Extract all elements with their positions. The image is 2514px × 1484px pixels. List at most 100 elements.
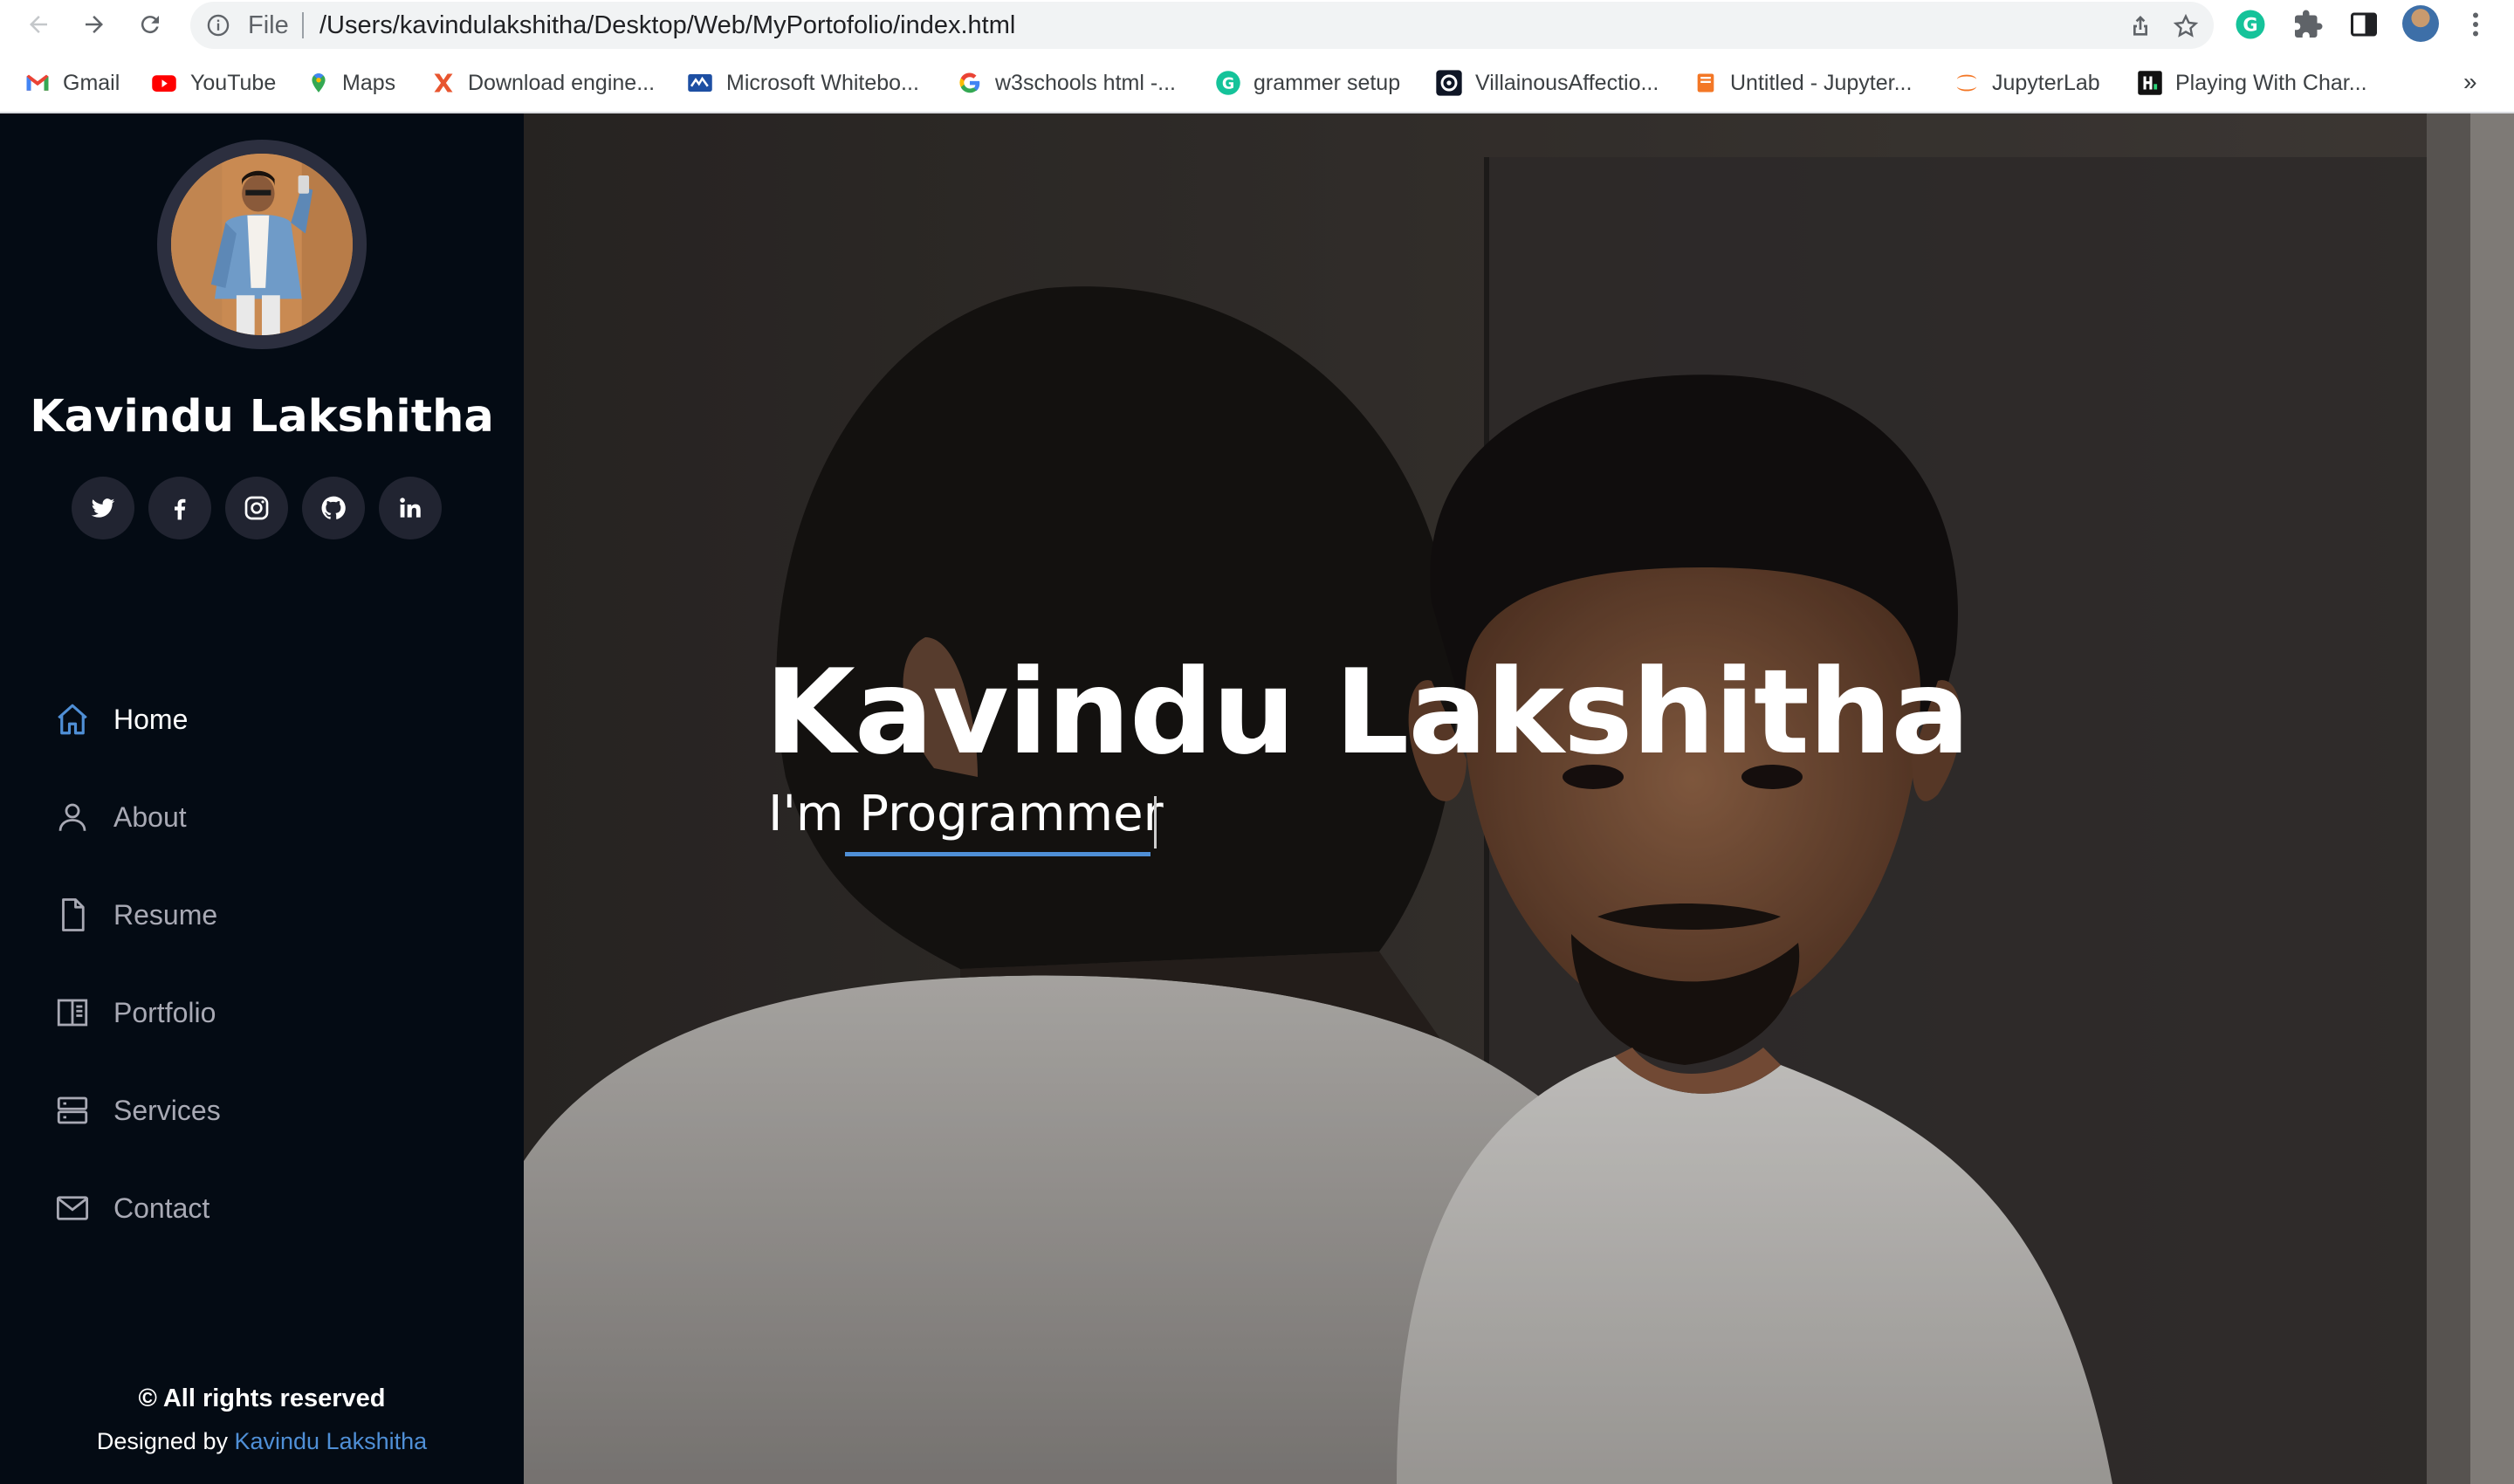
back-button[interactable] — [21, 7, 56, 42]
portfolio-page: Kavindu Lakshitha Home About Resume Port… — [0, 113, 2514, 1484]
envelope-icon — [56, 1196, 89, 1220]
instagram-icon — [244, 496, 269, 520]
file-icon — [62, 898, 85, 931]
bookmark-download-engine[interactable]: Download engine... — [431, 63, 655, 103]
sidebar: Kavindu Lakshitha Home About Resume Port… — [0, 113, 524, 1484]
notebook-icon — [1697, 73, 1714, 93]
typed-text: Programmer — [859, 786, 1164, 842]
svg-text:G: G — [2243, 15, 2257, 36]
bookmark-untitled-jupyter[interactable]: Untitled - Jupyter... — [1693, 63, 1912, 103]
bookmark-microsoft-whiteboard[interactable]: Microsoft Whitebo... — [686, 63, 919, 103]
bookmarks-overflow-button[interactable]: » — [2463, 68, 2477, 96]
server-icon — [57, 1096, 88, 1124]
bookmark-maps[interactable]: Maps — [307, 63, 395, 103]
hero-subtitle-prefix: I'm — [768, 786, 844, 842]
x-icon — [434, 73, 453, 93]
more-vert-icon[interactable] — [2467, 9, 2484, 40]
side-panel-icon[interactable] — [2348, 9, 2380, 40]
youtube-icon — [152, 75, 176, 92]
gmail-icon — [26, 74, 49, 91]
linkedin-link[interactable] — [379, 477, 442, 539]
typed-cursor — [1154, 796, 1157, 848]
bookmark-gmail[interactable]: Gmail — [24, 63, 120, 103]
footer-credits-prefix: Designed by — [96, 1428, 228, 1454]
maps-icon — [312, 73, 326, 93]
star-icon[interactable] — [2172, 12, 2200, 40]
sidebar-name: Kavindu Lakshitha — [30, 391, 494, 443]
arrow-right-icon — [86, 16, 103, 33]
bookmark-label: grammer setup — [1254, 70, 1401, 95]
bookmark-villainous[interactable]: VillainousAffectio... — [1435, 63, 1659, 103]
bookmark-grammer-setup[interactable]: G grammer setup — [1215, 63, 1400, 103]
nav-label-resume: Resume — [113, 898, 218, 931]
url-separator — [302, 12, 304, 38]
nav-item-resume[interactable]: Resume — [54, 889, 217, 941]
bookmark-label: Microsoft Whitebo... — [726, 70, 919, 95]
nav-item-about[interactable]: About — [54, 791, 187, 843]
github-icon — [321, 496, 346, 519]
info-icon[interactable] — [206, 13, 230, 38]
url-scheme: File — [248, 11, 289, 39]
facebook-icon — [175, 498, 186, 520]
nav-item-contact[interactable]: Contact — [54, 1182, 210, 1234]
designer-link[interactable]: Kavindu Lakshitha — [234, 1428, 427, 1454]
jupyter-icon — [1956, 74, 1977, 92]
browser-chrome: File /Users/kavindulakshitha/Desktop/Web… — [0, 0, 2514, 113]
nav-label-portfolio: Portfolio — [113, 996, 216, 1028]
google-icon — [959, 72, 980, 93]
bookmark-label: w3schools html -... — [995, 70, 1177, 95]
url-text[interactable]: /Users/kavindulakshitha/Desktop/Web/MyPo… — [319, 11, 1015, 40]
bookmark-label: Gmail — [63, 70, 120, 95]
twitter-icon — [91, 498, 115, 518]
bookmark-label: YouTube — [190, 70, 277, 95]
home-icon — [58, 704, 87, 735]
user-icon — [58, 803, 86, 831]
reload-icon — [141, 16, 159, 34]
bookmark-w3schools[interactable]: w3schools html -... — [957, 63, 1176, 103]
avatar — [171, 154, 353, 335]
bookmark-youtube[interactable]: YouTube — [150, 63, 276, 103]
hero-section: Kavindu Lakshitha I'm Programmer — [524, 113, 2514, 1484]
bookmark-playing-with-char[interactable]: Playing With Char... — [2137, 63, 2367, 103]
bookmark-label: Playing With Char... — [2175, 70, 2367, 95]
arrow-left-icon — [30, 16, 47, 33]
puzzle-icon[interactable] — [2292, 9, 2324, 40]
footer-copyright: © All rights reserved — [138, 1384, 386, 1412]
bookmarks-bar: Gmail YouTube Maps Download engine... Mi… — [0, 63, 2514, 103]
nav-label-about: About — [113, 800, 187, 833]
nav-item-portfolio[interactable]: Portfolio — [54, 986, 216, 1039]
github-link[interactable] — [302, 477, 365, 539]
hero-title: Kavindu Lakshitha — [765, 644, 1970, 780]
linkedin-icon — [400, 498, 421, 518]
browser-toolbar: File /Users/kavindulakshitha/Desktop/Web… — [0, 0, 2514, 49]
grammarly-icon: G — [1216, 71, 1240, 95]
facebook-link[interactable] — [148, 477, 211, 539]
hashnode-icon — [2138, 71, 2162, 95]
forward-button[interactable] — [77, 7, 112, 42]
bookmark-label: VillainousAffectio... — [1475, 70, 1659, 95]
share-icon[interactable] — [2126, 12, 2154, 40]
profile-photo — [171, 154, 353, 335]
bookmark-jupyterlab[interactable]: JupyterLab — [1954, 63, 2100, 103]
address-bar[interactable]: File /Users/kavindulakshitha/Desktop/Web… — [190, 2, 2214, 49]
nav-label-home: Home — [113, 703, 189, 735]
nav-label-services: Services — [113, 1094, 221, 1126]
nav-item-home[interactable]: Home — [54, 693, 188, 745]
profile-avatar[interactable] — [2402, 5, 2439, 42]
nav-label-contact: Contact — [113, 1192, 210, 1224]
reload-button[interactable] — [133, 7, 168, 42]
bookmark-label: Untitled - Jupyter... — [1730, 70, 1913, 95]
bookmark-label: Download engine... — [468, 70, 656, 95]
replit-icon — [1436, 70, 1462, 96]
hero-subtitle: I'm Programmer — [768, 786, 1164, 842]
bookmark-label: Maps — [342, 70, 396, 95]
portfolio-icon — [57, 999, 88, 1027]
grammarly-extension-icon[interactable]: G — [2235, 9, 2266, 40]
svg-text:G: G — [1222, 75, 1234, 93]
whiteboard-icon — [688, 74, 712, 92]
nav-item-services[interactable]: Services — [54, 1084, 221, 1137]
instagram-link[interactable] — [225, 477, 288, 539]
bookmark-label: JupyterLab — [1992, 70, 2100, 95]
twitter-link[interactable] — [72, 477, 134, 539]
footer-credits: Designed by Kavindu Lakshitha — [0, 1428, 524, 1455]
